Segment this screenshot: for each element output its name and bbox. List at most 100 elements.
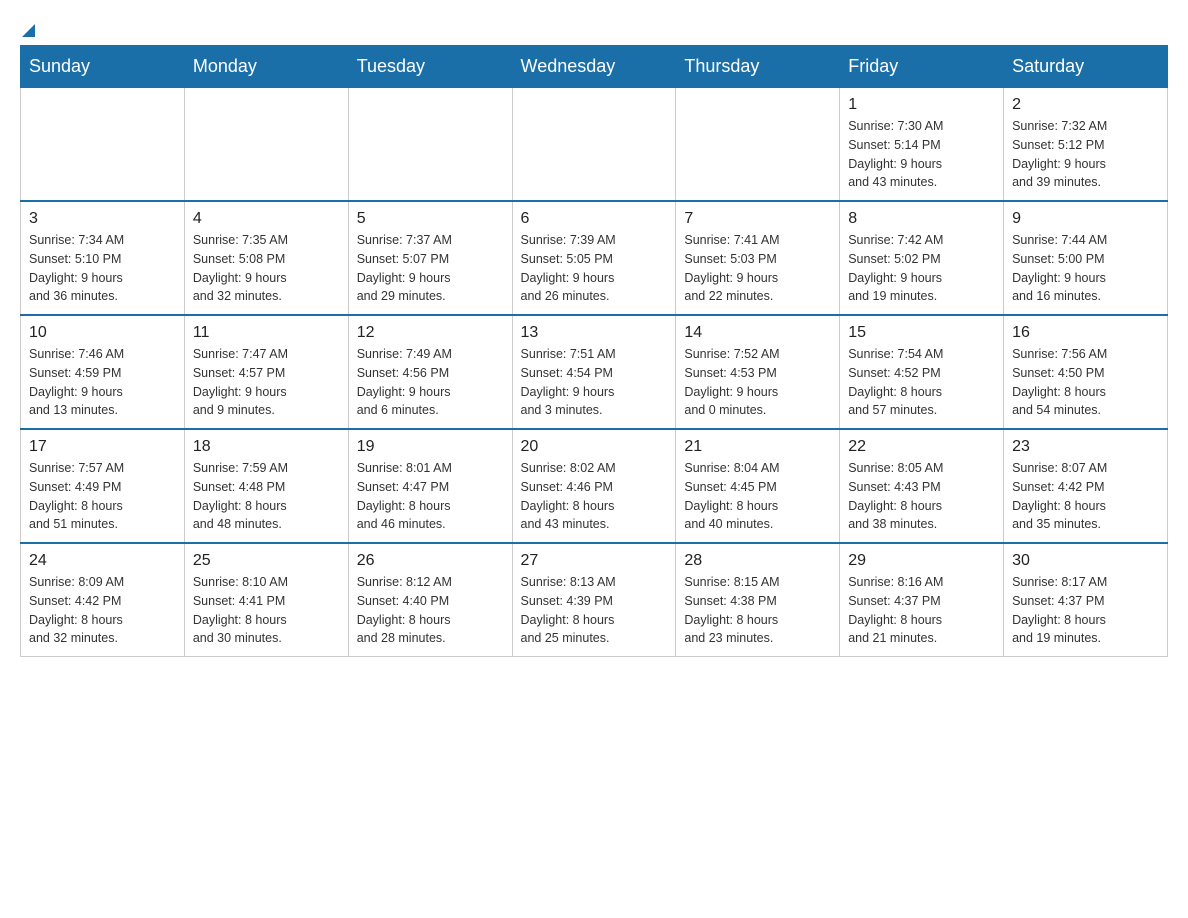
day-info: Sunrise: 7:42 AM Sunset: 5:02 PM Dayligh… bbox=[848, 231, 995, 306]
day-info: Sunrise: 7:34 AM Sunset: 5:10 PM Dayligh… bbox=[29, 231, 176, 306]
day-info: Sunrise: 7:32 AM Sunset: 5:12 PM Dayligh… bbox=[1012, 117, 1159, 192]
calendar-day-cell: 12 Sunrise: 7:49 AM Sunset: 4:56 PM Dayli… bbox=[348, 315, 512, 429]
day-info: Sunrise: 8:05 AM Sunset: 4:43 PM Dayligh… bbox=[848, 459, 995, 534]
column-header-sunday: Sunday bbox=[21, 46, 185, 88]
column-header-friday: Friday bbox=[840, 46, 1004, 88]
calendar-day-cell: 23 Sunrise: 8:07 AM Sunset: 4:42 PM Dayli… bbox=[1004, 429, 1168, 543]
day-number: 25 bbox=[193, 552, 340, 570]
day-info: Sunrise: 7:30 AM Sunset: 5:14 PM Dayligh… bbox=[848, 117, 995, 192]
day-number: 1 bbox=[848, 96, 995, 114]
calendar-day-cell: 9Sunrise: 7:44 AM Sunset: 5:00 PM Daylig… bbox=[1004, 201, 1168, 315]
day-info: Sunrise: 7:37 AM Sunset: 5:07 PM Dayligh… bbox=[357, 231, 504, 306]
day-number: 19 bbox=[357, 438, 504, 456]
calendar-day-cell: 28Sunrise: 8:15 AM Sunset: 4:38 PM Dayli… bbox=[676, 543, 840, 657]
day-number: 2 bbox=[1012, 96, 1159, 114]
calendar-day-cell: 2 Sunrise: 7:32 AM Sunset: 5:12 PM Daylig… bbox=[1004, 88, 1168, 202]
day-info: Sunrise: 7:56 AM Sunset: 4:50 PM Dayligh… bbox=[1012, 345, 1159, 420]
page-header bbox=[20, 20, 1168, 35]
calendar-day-cell: 13 Sunrise: 7:51 AM Sunset: 4:54 PM Dayli… bbox=[512, 315, 676, 429]
day-number: 9 bbox=[1012, 210, 1159, 228]
calendar-day-cell: 27 Sunrise: 8:13 AM Sunset: 4:39 PM Dayli… bbox=[512, 543, 676, 657]
day-info: Sunrise: 8:02 AM Sunset: 4:46 PM Dayligh… bbox=[521, 459, 668, 534]
calendar-day-cell: 7 Sunrise: 7:41 AM Sunset: 5:03 PM Daylig… bbox=[676, 201, 840, 315]
day-info: Sunrise: 8:13 AM Sunset: 4:39 PM Dayligh… bbox=[521, 573, 668, 648]
calendar-week-row: 10 Sunrise: 7:46 AM Sunset: 4:59 PM Dayli… bbox=[21, 315, 1168, 429]
day-number: 12 bbox=[357, 324, 504, 342]
calendar-day-cell: 26 Sunrise: 8:12 AM Sunset: 4:40 PM Dayli… bbox=[348, 543, 512, 657]
calendar-day-cell: 10 Sunrise: 7:46 AM Sunset: 4:59 PM Dayli… bbox=[21, 315, 185, 429]
day-number: 16 bbox=[1012, 324, 1159, 342]
calendar-header-row: SundayMondayTuesdayWednesdayThursdayFrid… bbox=[21, 46, 1168, 88]
calendar-day-cell: 25 Sunrise: 8:10 AM Sunset: 4:41 PM Dayli… bbox=[184, 543, 348, 657]
day-number: 7 bbox=[684, 210, 831, 228]
day-number: 17 bbox=[29, 438, 176, 456]
calendar-day-cell: 3 Sunrise: 7:34 AM Sunset: 5:10 PM Daylig… bbox=[21, 201, 185, 315]
column-header-monday: Monday bbox=[184, 46, 348, 88]
calendar-week-row: 24Sunrise: 8:09 AM Sunset: 4:42 PM Dayli… bbox=[21, 543, 1168, 657]
calendar-day-cell: 17Sunrise: 7:57 AM Sunset: 4:49 PM Dayli… bbox=[21, 429, 185, 543]
day-info: Sunrise: 7:39 AM Sunset: 5:05 PM Dayligh… bbox=[521, 231, 668, 306]
day-info: Sunrise: 7:59 AM Sunset: 4:48 PM Dayligh… bbox=[193, 459, 340, 534]
calendar-day-cell: 24Sunrise: 8:09 AM Sunset: 4:42 PM Dayli… bbox=[21, 543, 185, 657]
day-number: 18 bbox=[193, 438, 340, 456]
day-number: 11 bbox=[193, 324, 340, 342]
calendar-day-cell: 14Sunrise: 7:52 AM Sunset: 4:53 PM Dayli… bbox=[676, 315, 840, 429]
day-info: Sunrise: 8:10 AM Sunset: 4:41 PM Dayligh… bbox=[193, 573, 340, 648]
column-header-wednesday: Wednesday bbox=[512, 46, 676, 88]
calendar-day-cell: 21 Sunrise: 8:04 AM Sunset: 4:45 PM Dayli… bbox=[676, 429, 840, 543]
calendar-day-cell: 22 Sunrise: 8:05 AM Sunset: 4:43 PM Dayli… bbox=[840, 429, 1004, 543]
calendar-day-cell: 19 Sunrise: 8:01 AM Sunset: 4:47 PM Dayli… bbox=[348, 429, 512, 543]
calendar-day-cell: 20 Sunrise: 8:02 AM Sunset: 4:46 PM Dayli… bbox=[512, 429, 676, 543]
calendar-day-cell: 4 Sunrise: 7:35 AM Sunset: 5:08 PM Daylig… bbox=[184, 201, 348, 315]
day-number: 3 bbox=[29, 210, 176, 228]
calendar-day-cell: 29Sunrise: 8:16 AM Sunset: 4:37 PM Dayli… bbox=[840, 543, 1004, 657]
day-number: 14 bbox=[684, 324, 831, 342]
day-number: 26 bbox=[357, 552, 504, 570]
calendar-day-cell: 6Sunrise: 7:39 AM Sunset: 5:05 PM Daylig… bbox=[512, 201, 676, 315]
calendar-table: SundayMondayTuesdayWednesdayThursdayFrid… bbox=[20, 45, 1168, 657]
day-number: 22 bbox=[848, 438, 995, 456]
day-info: Sunrise: 7:46 AM Sunset: 4:59 PM Dayligh… bbox=[29, 345, 176, 420]
calendar-week-row: 3 Sunrise: 7:34 AM Sunset: 5:10 PM Daylig… bbox=[21, 201, 1168, 315]
calendar-week-row: 1 Sunrise: 7:30 AM Sunset: 5:14 PM Daylig… bbox=[21, 88, 1168, 202]
calendar-day-cell bbox=[676, 88, 840, 202]
day-info: Sunrise: 7:35 AM Sunset: 5:08 PM Dayligh… bbox=[193, 231, 340, 306]
day-number: 23 bbox=[1012, 438, 1159, 456]
day-number: 15 bbox=[848, 324, 995, 342]
calendar-day-cell: 5 Sunrise: 7:37 AM Sunset: 5:07 PM Daylig… bbox=[348, 201, 512, 315]
day-info: Sunrise: 7:51 AM Sunset: 4:54 PM Dayligh… bbox=[521, 345, 668, 420]
calendar-day-cell bbox=[348, 88, 512, 202]
day-info: Sunrise: 8:07 AM Sunset: 4:42 PM Dayligh… bbox=[1012, 459, 1159, 534]
day-info: Sunrise: 8:12 AM Sunset: 4:40 PM Dayligh… bbox=[357, 573, 504, 648]
day-info: Sunrise: 8:04 AM Sunset: 4:45 PM Dayligh… bbox=[684, 459, 831, 534]
day-info: Sunrise: 8:15 AM Sunset: 4:38 PM Dayligh… bbox=[684, 573, 831, 648]
calendar-day-cell: 8Sunrise: 7:42 AM Sunset: 5:02 PM Daylig… bbox=[840, 201, 1004, 315]
day-number: 29 bbox=[848, 552, 995, 570]
day-number: 10 bbox=[29, 324, 176, 342]
calendar-day-cell: 30 Sunrise: 8:17 AM Sunset: 4:37 PM Dayli… bbox=[1004, 543, 1168, 657]
column-header-tuesday: Tuesday bbox=[348, 46, 512, 88]
day-number: 5 bbox=[357, 210, 504, 228]
day-info: Sunrise: 7:41 AM Sunset: 5:03 PM Dayligh… bbox=[684, 231, 831, 306]
day-info: Sunrise: 7:54 AM Sunset: 4:52 PM Dayligh… bbox=[848, 345, 995, 420]
day-number: 30 bbox=[1012, 552, 1159, 570]
calendar-week-row: 17Sunrise: 7:57 AM Sunset: 4:49 PM Dayli… bbox=[21, 429, 1168, 543]
calendar-day-cell: 15 Sunrise: 7:54 AM Sunset: 4:52 PM Dayli… bbox=[840, 315, 1004, 429]
day-info: Sunrise: 7:49 AM Sunset: 4:56 PM Dayligh… bbox=[357, 345, 504, 420]
day-number: 4 bbox=[193, 210, 340, 228]
calendar-day-cell: 1 Sunrise: 7:30 AM Sunset: 5:14 PM Daylig… bbox=[840, 88, 1004, 202]
calendar-day-cell bbox=[21, 88, 185, 202]
day-info: Sunrise: 8:01 AM Sunset: 4:47 PM Dayligh… bbox=[357, 459, 504, 534]
calendar-day-cell: 16 Sunrise: 7:56 AM Sunset: 4:50 PM Dayli… bbox=[1004, 315, 1168, 429]
day-number: 20 bbox=[521, 438, 668, 456]
day-number: 21 bbox=[684, 438, 831, 456]
column-header-thursday: Thursday bbox=[676, 46, 840, 88]
calendar-day-cell: 11Sunrise: 7:47 AM Sunset: 4:57 PM Dayli… bbox=[184, 315, 348, 429]
day-info: Sunrise: 8:17 AM Sunset: 4:37 PM Dayligh… bbox=[1012, 573, 1159, 648]
day-number: 13 bbox=[521, 324, 668, 342]
day-number: 27 bbox=[521, 552, 668, 570]
logo-triangle-icon bbox=[22, 24, 35, 37]
logo bbox=[20, 20, 35, 35]
calendar-day-cell bbox=[184, 88, 348, 202]
day-info: Sunrise: 8:09 AM Sunset: 4:42 PM Dayligh… bbox=[29, 573, 176, 648]
